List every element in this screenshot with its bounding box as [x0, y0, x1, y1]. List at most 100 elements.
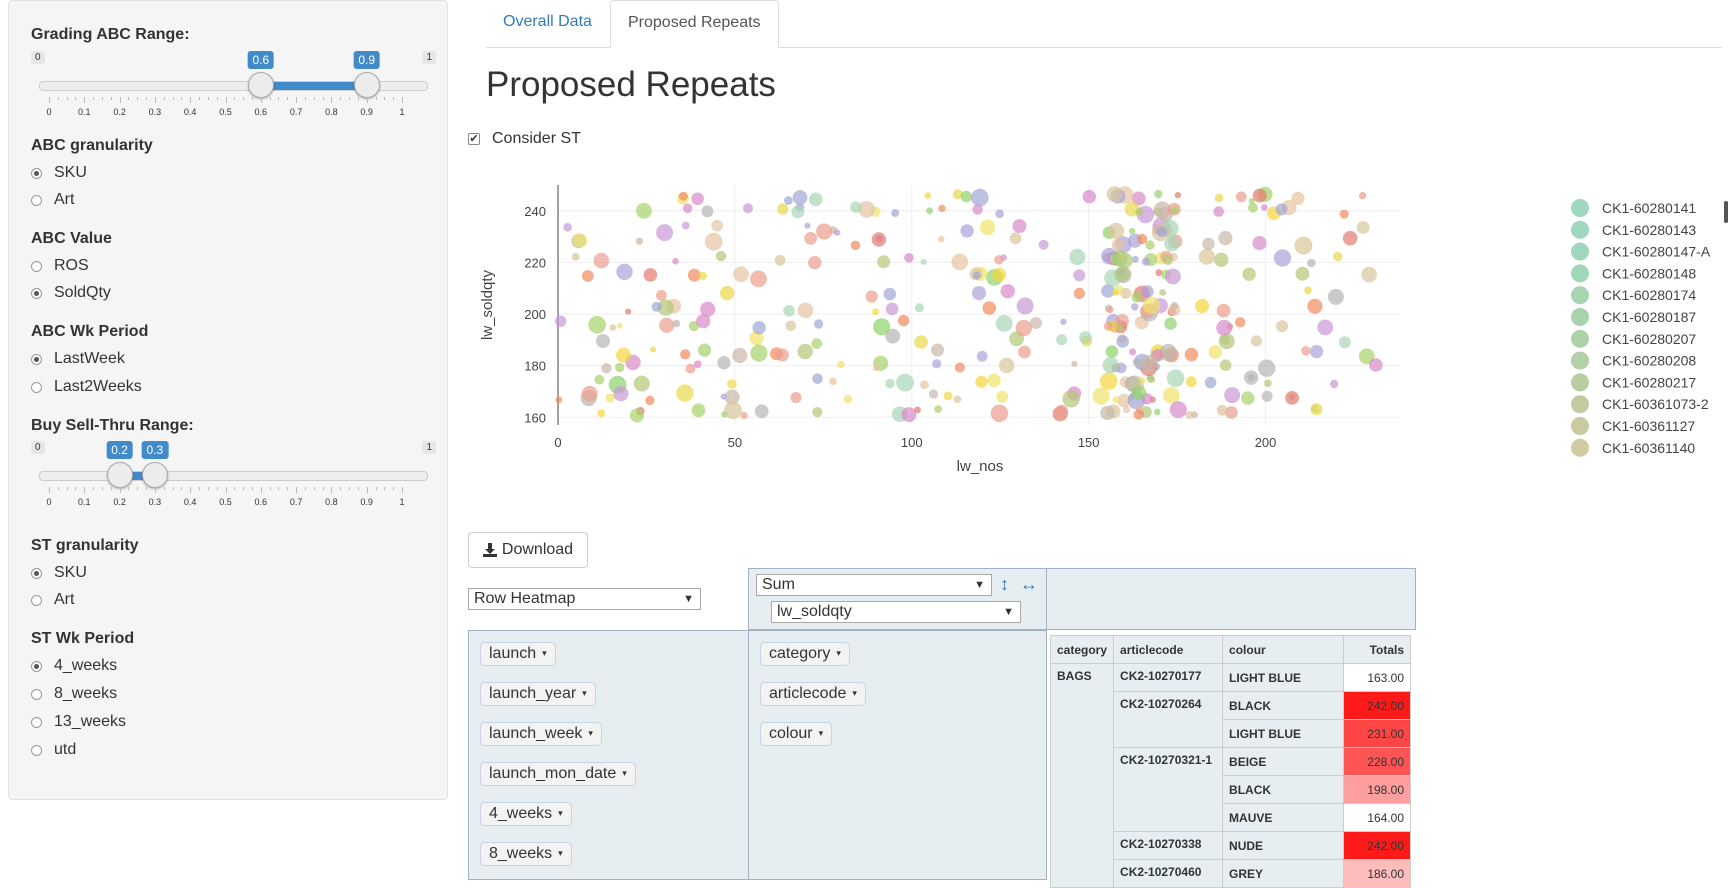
slider-low-handle[interactable]: [106, 462, 133, 488]
sort-horizontal-icon[interactable]: ↔: [1020, 574, 1038, 595]
slider-minor-tick: [216, 97, 218, 100]
radio-icon[interactable]: [31, 194, 42, 206]
scatter-point: [1116, 335, 1129, 348]
slider-high-handle[interactable]: [353, 72, 380, 98]
pivot-attr-pill[interactable]: launch ▾: [480, 642, 556, 666]
scatter-point: [594, 374, 605, 385]
scatter-point: [877, 255, 891, 269]
scatter-point: [676, 384, 694, 402]
scatter-point: [1128, 227, 1136, 235]
radio-abc-wk-last2weeks[interactable]: Last2Weeks: [31, 378, 142, 396]
header-articlecode[interactable]: articlecode: [1113, 635, 1224, 664]
caret-down-icon[interactable]: ▾: [852, 688, 857, 698]
scatter-point: [727, 379, 737, 389]
radio-abc-value-ros[interactable]: ROS: [31, 257, 89, 275]
caret-down-icon[interactable]: ▾: [558, 848, 563, 858]
buy-sell-thru-slider[interactable]: 0 1 0.2 0.3 0 0.1 0.2 0.3 0.4 0.5 0.6 0.7 0.8 0.9…: [31, 441, 436, 521]
page-title: Proposed Repeats: [486, 65, 776, 104]
scatter-point: [777, 203, 789, 215]
radio-icon[interactable]: [31, 567, 42, 579]
scatter-point: [791, 205, 805, 219]
pivot-attr-pill[interactable]: 4_weeks ▾: [480, 802, 572, 826]
radio-abc-granularity-sku[interactable]: SKU: [31, 164, 87, 182]
slider-low-handle[interactable]: [247, 72, 274, 98]
download-label: Download: [501, 541, 574, 558]
radio-icon[interactable]: [31, 353, 42, 365]
caret-down-icon[interactable]: ▾: [542, 648, 547, 658]
slider-tick-label: 0.4: [183, 497, 197, 507]
caret-down-icon[interactable]: ▾: [582, 688, 587, 698]
legend-scrollbar[interactable]: [1724, 201, 1728, 223]
legend-marker: [1571, 199, 1589, 217]
consider-st-checkbox-row[interactable]: ✔ Consider ST: [468, 130, 581, 148]
radio-icon[interactable]: [31, 167, 42, 179]
scatter-point: [678, 191, 688, 201]
slider-minor-tick: [357, 487, 359, 490]
slider-track[interactable]: [39, 471, 428, 481]
caret-down-icon[interactable]: ▾: [558, 808, 563, 818]
slider-high-handle[interactable]: [141, 462, 168, 488]
radio-abc-value-soldqty[interactable]: SoldQty: [31, 284, 111, 302]
radio-abc-wk-lastweek[interactable]: LastWeek: [31, 350, 125, 368]
header-totals[interactable]: Totals: [1343, 635, 1412, 664]
radio-st-4-weeks[interactable]: 4_weeks: [31, 657, 117, 675]
aggregator-attr-select[interactable]: lw_soldqty ▼: [771, 601, 1021, 623]
pivot-attr-pill[interactable]: category ▾: [760, 642, 850, 666]
slider-max-label: 1: [422, 441, 436, 454]
slider-minor-tick: [207, 487, 209, 490]
caret-down-icon[interactable]: ▾: [836, 648, 841, 658]
radio-icon[interactable]: [31, 660, 42, 672]
scatter-point: [774, 254, 786, 266]
slider-tick-label: 0.1: [78, 497, 91, 507]
pivot-table: category articlecode colour Totals BAGS C…: [1049, 635, 1412, 888]
radio-icon[interactable]: [31, 594, 42, 606]
pivot-attr-pill[interactable]: launch_year ▾: [480, 682, 596, 706]
slider-minor-tick: [349, 487, 351, 490]
slider-minor-tick: [146, 487, 148, 490]
scatter-point: [920, 380, 929, 390]
slider-tick: [225, 487, 227, 493]
header-category[interactable]: category: [1049, 635, 1115, 664]
slider-minor-tick: [304, 487, 306, 490]
caret-down-icon[interactable]: ▾: [588, 728, 593, 738]
renderer-select[interactable]: Row Heatmap ▼: [468, 588, 701, 610]
header-colour[interactable]: colour: [1222, 635, 1345, 664]
pivot-attr-pill[interactable]: launch_week ▾: [480, 722, 602, 746]
pivot-attr-pill[interactable]: 8_weeks ▾: [480, 842, 572, 866]
pivot-attr-pill[interactable]: colour ▾: [760, 722, 833, 746]
radio-st-utd[interactable]: utd: [31, 741, 76, 759]
pivot-attr-pill[interactable]: launch_mon_date ▾: [480, 762, 636, 786]
scatter-point: [1191, 411, 1198, 419]
radio-icon[interactable]: [31, 381, 42, 393]
consider-st-checkbox[interactable]: ✔: [468, 133, 480, 145]
pill-label: category: [769, 645, 831, 662]
slider-min-label: 0: [31, 51, 45, 64]
scatter-point: [971, 286, 987, 301]
radio-icon[interactable]: [31, 716, 42, 728]
pivot-attr-pill[interactable]: articlecode ▾: [760, 682, 866, 706]
radio-icon[interactable]: [31, 260, 42, 272]
scatter-point: [1062, 390, 1080, 408]
sort-vertical-icon[interactable]: ↕: [1000, 574, 1009, 595]
scatter-point: [1131, 291, 1143, 303]
radio-label: Art: [54, 591, 75, 608]
radio-icon[interactable]: [31, 287, 42, 299]
scatter-chart[interactable]: 160 180 200 220 240 0 50 100 150 200 lw_nos lw_sold…: [470, 185, 1734, 515]
caret-down-icon[interactable]: ▾: [622, 768, 627, 778]
tab-overall-data[interactable]: Overall Data: [486, 0, 609, 46]
caret-down-icon[interactable]: ▾: [819, 728, 824, 738]
radio-st-8-weeks[interactable]: 8_weeks: [31, 685, 117, 703]
scatter-point: [1242, 267, 1256, 281]
radio-st-granularity-art[interactable]: Art: [31, 591, 74, 609]
grading-abc-slider[interactable]: 0 1 0.6 0.9 0 0.1 0.2 0.3 0.4 0.5 0.6 0.7 0.8 0.9…: [31, 51, 436, 131]
tab-proposed-repeats[interactable]: Proposed Repeats: [610, 0, 779, 48]
radio-st-granularity-sku[interactable]: SKU: [31, 564, 87, 582]
slider-minor-tick: [243, 487, 245, 490]
scatter-point: [616, 263, 633, 280]
radio-abc-granularity-art[interactable]: Art: [31, 191, 74, 209]
download-button[interactable]: Download: [468, 532, 588, 568]
radio-icon[interactable]: [31, 688, 42, 700]
aggregator-select[interactable]: Sum ▼: [756, 574, 992, 596]
radio-icon[interactable]: [31, 744, 42, 756]
radio-st-13-weeks[interactable]: 13_weeks: [31, 713, 126, 731]
